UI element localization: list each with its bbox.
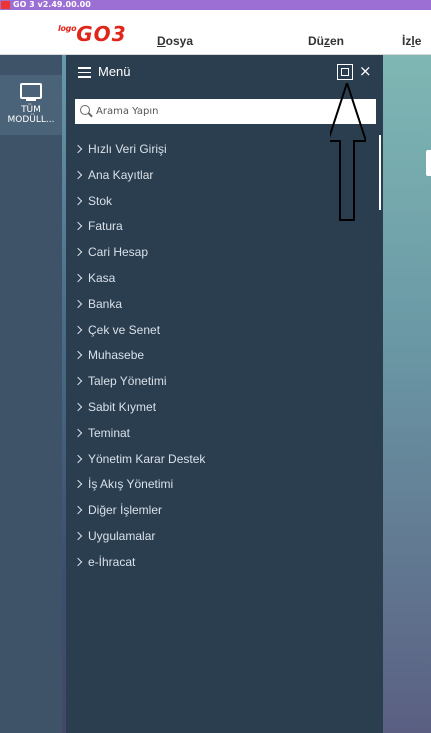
menu-list-item-label: Muhasebe [88,348,145,363]
logo-go3: logoGO3 [58,24,127,46]
menu-duzen-rest: en [330,34,345,48]
close-icon[interactable]: × [359,62,372,80]
menu-list-item-label: Teminat [88,425,131,440]
chevron-right-icon [73,376,83,386]
right-edge-tab[interactable] [426,150,431,176]
menu-list-item[interactable]: Banka [66,295,376,321]
module-sidebar: TÜM MODÜLL... [0,55,62,733]
scrollbar[interactable] [379,135,381,210]
menu-list-item[interactable]: Talep Yönetimi [66,372,376,398]
chevron-right-icon [73,505,83,515]
menu-list-item[interactable]: Muhasebe [66,346,376,372]
menu-list-item-label: Ana Kayıtlar [88,167,154,182]
menu-list-item-label: Diğer İşlemler [88,503,163,518]
menu-list-item[interactable]: Diğer İşlemler [66,501,376,527]
menu-list-item-label: Sabit Kıymet [88,399,157,414]
chevron-right-icon [73,402,83,412]
chevron-right-icon [73,531,83,541]
chevron-right-icon [73,428,83,438]
search-input[interactable] [96,102,366,120]
menu-list-item-label: Yönetim Karar Destek [88,451,206,466]
menu-list-item-label: Uygulamalar [88,528,156,543]
menu-bar: logoGO3 Dosya Düzen İzle [0,10,431,55]
menu-list-item-label: e-İhracat [88,554,136,569]
background-shape [380,55,431,733]
all-modules-label-line1: TÜM [21,105,41,115]
menu-list-item-label: Fatura [88,219,123,234]
all-modules-button[interactable]: TÜM MODÜLL... [0,75,62,135]
menu-list-item-label: İş Akış Yönetimi [88,477,174,492]
all-modules-label: TÜM MODÜLL... [0,105,62,125]
chevron-right-icon [73,170,83,180]
search-icon [80,105,90,115]
menu-list-item[interactable]: Teminat [66,424,376,450]
chevron-right-icon [73,247,83,257]
chevron-right-icon [73,222,83,231]
all-modules-label-line2: MODÜLL... [7,115,55,125]
menu-list-item-label: Kasa [88,270,116,285]
menu-dosya-accel: D [157,34,166,48]
chevron-right-icon [73,454,83,463]
hamburger-icon[interactable] [78,67,91,78]
menu-list-item-label: Çek ve Senet [88,322,161,337]
chevron-right-icon [73,480,83,489]
annotation-arrow [330,83,366,221]
chevron-right-icon [73,273,83,283]
logo-go-text: GO [76,22,112,46]
logo-small-text: logo [58,24,77,33]
menu-list-item-label: Talep Yönetimi [88,374,167,389]
menu-list-item-label: Cari Hesap [88,245,149,260]
menu-izle-rest: e [414,34,422,48]
menu-izle-pre: İz [402,34,412,48]
chevron-right-icon [73,557,83,566]
menu-izle[interactable]: İzle [402,34,421,48]
logo-number: 3 [111,22,127,46]
menu-panel-title: Menü [98,64,131,79]
menu-duzen-pre: Dü [308,34,324,48]
chevron-right-icon [73,144,83,154]
monitor-icon [20,83,42,101]
menu-list-item-label: Hızlı Veri Girişi [88,142,167,156]
menu-list-item[interactable]: Cari Hesap [66,243,376,269]
menu-list-item[interactable]: Uygulamalar [66,527,376,553]
chevron-right-icon [73,196,83,205]
menu-list-item[interactable]: Sabit Kıymet [66,398,376,424]
menu-list-item[interactable]: İş Akış Yönetimi [66,475,376,501]
menu-dosya[interactable]: Dosya [157,34,193,48]
chevron-right-icon [73,325,83,334]
menu-list-item[interactable]: Çek ve Senet [66,321,376,347]
menu-dosya-rest: osya [165,34,194,48]
menu-list-item[interactable]: Kasa [66,269,376,295]
menu-list-item[interactable]: Yönetim Karar Destek [66,450,376,476]
menu-duzen[interactable]: Düzen [308,34,344,48]
app-icon [1,1,10,9]
maximize-icon[interactable] [337,64,353,80]
window-title: GO 3 v2.49.00.00 [13,0,91,9]
chevron-right-icon [73,351,83,360]
menu-list-item-label: Stok [88,193,113,208]
menu-list-item[interactable]: e-İhracat [66,553,376,579]
menu-list-item-label: Banka [88,296,123,311]
chevron-right-icon [73,299,83,309]
window-titlebar: GO 3 v2.49.00.00 [0,0,431,10]
